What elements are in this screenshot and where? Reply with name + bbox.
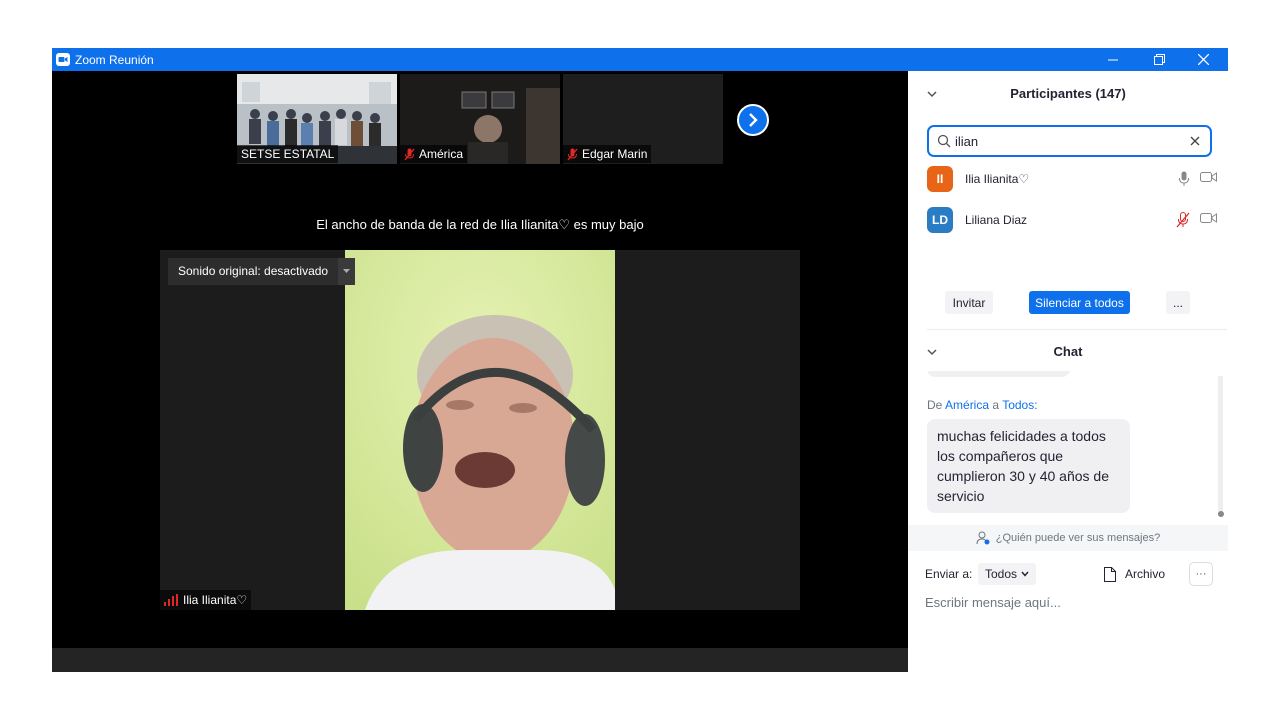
divider — [927, 329, 1227, 330]
thumbnail-name: SETSE ESTATAL — [241, 147, 335, 161]
from-prefix: De — [927, 398, 943, 412]
toolbar-strip — [52, 648, 908, 672]
zoom-app-icon — [56, 53, 70, 66]
signal-bars-icon — [164, 594, 178, 606]
next-page-button[interactable] — [737, 104, 769, 136]
minimize-icon — [1108, 59, 1118, 60]
chevron-down-icon — [1021, 571, 1029, 577]
close-button[interactable] — [1180, 48, 1226, 71]
thumbnail-name: América — [419, 147, 464, 161]
avatar: II — [927, 166, 953, 192]
mic-muted-icon — [567, 148, 578, 160]
video-camera-icon[interactable] — [1200, 212, 1217, 224]
restore-button[interactable] — [1136, 48, 1182, 71]
chevron-right-icon — [749, 113, 758, 127]
title-bar: Zoom Reunión — [52, 48, 1228, 71]
message-bubble: muchas felicidades a todos los compañero… — [927, 419, 1130, 513]
bandwidth-warning: El ancho de banda de la red de Ilia Ilia… — [316, 217, 644, 232]
chat-scrollbar[interactable] — [1218, 376, 1223, 516]
chat-header: Chat — [1053, 344, 1083, 359]
caret-down-icon — [343, 269, 350, 273]
mic-muted-icon[interactable] — [1176, 212, 1190, 228]
thumbnail-name: Edgar Marin — [582, 147, 648, 161]
speaker-name-label: Ilia Ilianita♡ — [160, 590, 252, 610]
speaker-name: Ilia Ilianita♡ — [183, 593, 248, 607]
microphone-icon[interactable] — [1178, 171, 1190, 187]
previous-message-bubble — [927, 371, 1070, 377]
who-can-see-messages[interactable]: ¿Quién puede ver sus mensajes? — [908, 525, 1228, 551]
send-to-label: Enviar a: — [925, 567, 973, 581]
participant-row[interactable]: LD Liliana Diaz — [927, 207, 1217, 233]
speaker-video-frame — [345, 250, 615, 610]
thumbnail-name-label: Edgar Marin — [563, 145, 652, 163]
mute-all-button[interactable]: Silenciar a todos — [1029, 291, 1130, 314]
more-chat-options-button[interactable]: ··· — [1189, 562, 1213, 586]
close-icon — [1197, 54, 1209, 65]
more-participant-options-button[interactable]: ... — [1166, 291, 1190, 314]
invite-button[interactable]: Invitar — [945, 291, 993, 314]
participant-search-input[interactable]: ilian — [927, 125, 1212, 157]
participant-name: Liliana Diaz — [965, 213, 1028, 227]
participant-row[interactable]: II Ilia Ilianita♡ — [927, 166, 1217, 192]
active-speaker-video: Sonido original: desactivado Ilia Iliani… — [160, 250, 800, 610]
thumbnail-name-label: SETSE ESTATAL — [237, 145, 339, 163]
participants-header: Participantes (147) — [1010, 86, 1126, 101]
send-to-dropdown[interactable]: Todos — [978, 563, 1036, 585]
zoom-window: Zoom Reunión SETSE ESTATAL América Edgar… — [52, 48, 1228, 672]
send-to-value: Todos — [984, 567, 1018, 581]
search-icon — [937, 134, 951, 148]
restore-icon — [1153, 54, 1165, 65]
sender-name[interactable]: América — [945, 398, 989, 412]
chat-messages[interactable]: De América a Todos: muchas felicidades a… — [908, 371, 1228, 523]
who-can-see-text: ¿Quién puede ver sus mensajes? — [995, 532, 1161, 544]
file-label: Archivo — [1125, 567, 1166, 581]
thumbnail-setse-estatal[interactable]: SETSE ESTATAL — [237, 74, 397, 164]
minimize-button[interactable] — [1090, 48, 1136, 71]
thumbnail-edgar-marin[interactable]: Edgar Marin — [563, 74, 723, 164]
chat-message-input[interactable]: Escribir mensaje aquí... — [925, 595, 1061, 610]
file-icon — [1104, 566, 1116, 582]
clear-search-icon[interactable] — [1188, 134, 1202, 148]
file-button[interactable]: Archivo — [1104, 563, 1165, 585]
send-to-row: Enviar a: Todos Archivo ··· — [925, 562, 1215, 586]
original-sound-dropdown[interactable] — [338, 258, 355, 285]
original-sound-label[interactable]: Sonido original: desactivado — [168, 258, 339, 285]
participant-name: Ilia Ilianita♡ — [965, 172, 1030, 186]
mic-muted-icon — [404, 148, 415, 160]
search-value: ilian — [955, 133, 979, 149]
video-area: SETSE ESTATAL América Edgar Marin El anc… — [52, 71, 908, 672]
thumbnail-america[interactable]: América — [400, 74, 560, 164]
avatar: LD — [927, 207, 953, 233]
thumbnail-name-label: América — [400, 145, 468, 163]
video-camera-icon[interactable] — [1200, 171, 1217, 183]
person-icon — [976, 531, 990, 545]
to-connector: a — [992, 398, 1000, 412]
recipient-name: Todos: — [1002, 398, 1038, 412]
side-panel: Participantes (147) ilian II Ilia Iliani… — [908, 71, 1228, 672]
window-title: Zoom Reunión — [75, 53, 154, 67]
message-sender-line: De América a Todos: — [927, 398, 1038, 412]
speaker-image — [345, 250, 615, 610]
chat-scrollbar-thumb[interactable] — [1218, 511, 1224, 517]
